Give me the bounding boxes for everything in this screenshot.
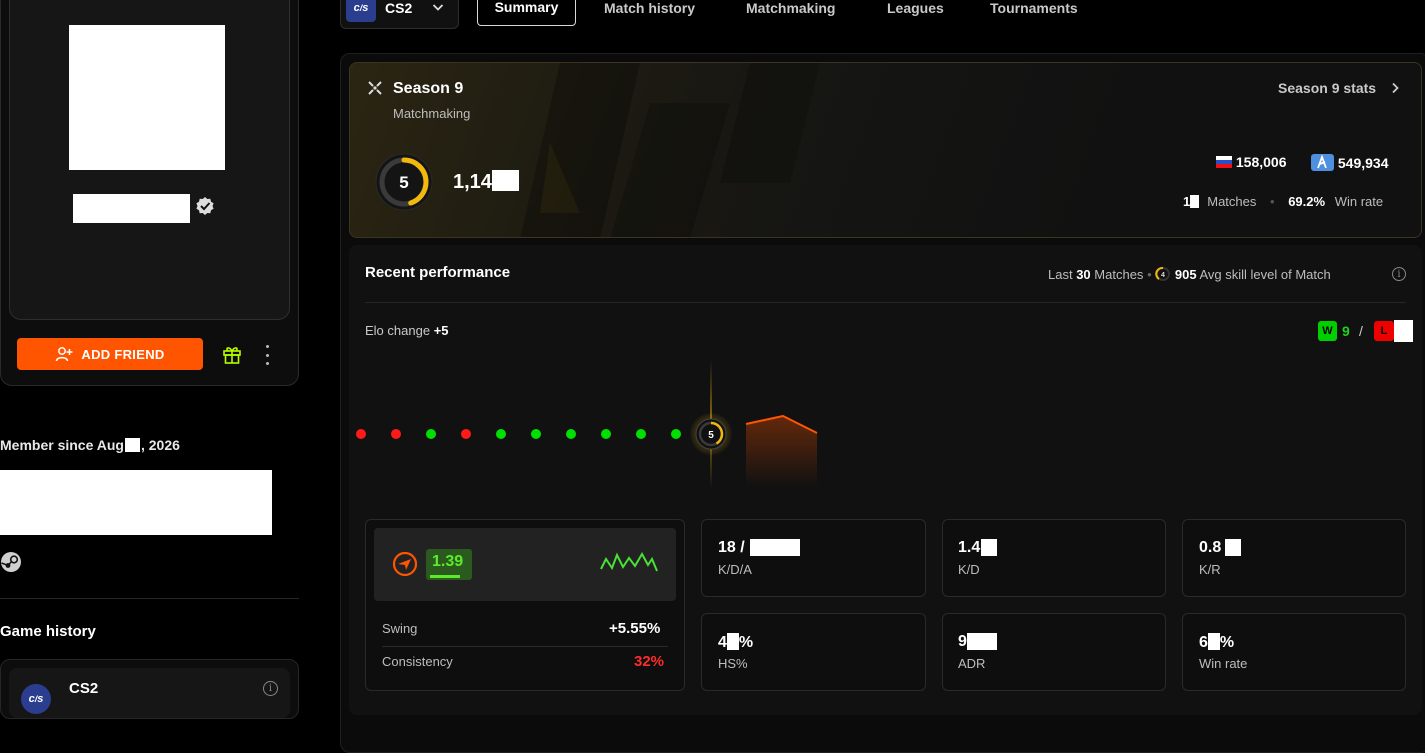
season-matches: 1 Matches • 69.2% Win rate (1183, 194, 1384, 209)
elo-change: Elo change +5 (365, 323, 449, 338)
region-icon (1311, 154, 1334, 171)
more-options-icon[interactable] (262, 345, 272, 365)
cs2-logo-icon: c / s (21, 684, 51, 714)
season-subtitle: Matchmaking (393, 106, 471, 121)
game-history-name: CS2 (69, 680, 99, 697)
kr-label: K/R (1199, 562, 1221, 577)
elo-trend-area (745, 415, 818, 487)
rating-value: 1.39 (432, 553, 464, 570)
stat-card-hs (701, 613, 926, 691)
avatar[interactable] (69, 25, 225, 170)
avg-skill-level-icon: 4 (1155, 266, 1171, 281)
match-result-win[interactable] (636, 429, 646, 439)
info-icon[interactable]: i (263, 681, 278, 696)
match-result-win[interactable] (671, 429, 681, 439)
svg-text:5: 5 (708, 430, 714, 441)
last-matches-summary: Last 30 Matches • 4 905 Avg skill level … (1048, 266, 1331, 282)
adr-label: ADR (958, 656, 986, 671)
winrate-value: 6% (1199, 633, 1235, 651)
swing-value: +5.55% (609, 620, 661, 637)
season-title: Season 9 (393, 80, 464, 97)
add-user-icon (56, 347, 73, 362)
match-result-win[interactable] (426, 429, 436, 439)
kr-value: 0.8 (1199, 539, 1222, 556)
chevron-down-icon (432, 4, 444, 11)
current-level-marker[interactable]: 5 (695, 418, 727, 450)
rating-sparkline (600, 551, 658, 572)
profile-links (0, 470, 272, 535)
russia-flag-icon (1216, 156, 1232, 168)
match-result-win[interactable] (531, 429, 541, 439)
winrate-label: Win rate (1199, 656, 1248, 671)
skill-level-value: 5 (399, 173, 408, 192)
game-name: CS2 (385, 0, 413, 16)
sidebar-divider (0, 598, 299, 599)
chevron-right-icon (1392, 82, 1399, 94)
stat-card-winrate (1182, 613, 1406, 691)
wins-count: 9 (1342, 323, 1350, 339)
stat-card-adr (942, 613, 1166, 691)
match-result-loss[interactable] (461, 429, 471, 439)
hs-value: 4% (718, 633, 754, 651)
game-history-item[interactable] (9, 668, 290, 718)
performance-divider (365, 302, 1406, 303)
kda-redacted (750, 539, 800, 556)
member-since: Member since Aug, 2026 (0, 437, 180, 453)
cs2-logo-icon: c / s (346, 0, 376, 22)
wins-badge: W (1318, 321, 1337, 341)
consistency-label: Consistency (382, 654, 453, 669)
svg-text:4: 4 (1161, 272, 1165, 279)
season-card (349, 62, 1422, 238)
tab-tournaments[interactable]: Tournaments (990, 0, 1078, 16)
elo-value: 1,14 (453, 170, 519, 194)
tab-leagues[interactable]: Leagues (887, 0, 944, 16)
verified-badge-icon (196, 197, 214, 215)
add-friend-button[interactable]: ADD FRIEND (17, 338, 203, 370)
recent-performance-title: Recent performance (365, 264, 511, 281)
match-result-loss[interactable] (356, 429, 366, 439)
faceit-rating-icon (392, 551, 418, 577)
game-history-title: Game history (0, 623, 96, 640)
adr-redacted (967, 633, 997, 650)
steam-icon[interactable] (0, 551, 22, 573)
losses-badge: L (1374, 321, 1394, 341)
add-friend-label: ADD FRIEND (81, 346, 165, 362)
losses-count (1394, 320, 1413, 342)
region-rank[interactable]: 549,934 (1311, 154, 1389, 171)
kd-value: 1.4 (958, 539, 981, 556)
country-rank[interactable]: 158,006 (1216, 154, 1287, 170)
gift-icon[interactable] (221, 343, 243, 365)
stat-card-kr (1182, 519, 1406, 597)
match-result-win[interactable] (566, 429, 576, 439)
info-icon[interactable]: i (1392, 267, 1406, 281)
match-result-win[interactable] (601, 429, 611, 439)
rating-bar (430, 575, 460, 578)
skill-level-badge: 5 (375, 153, 433, 211)
username (73, 194, 190, 223)
adr-value: 9 (958, 633, 967, 650)
kd-redacted (981, 539, 997, 556)
season-stats-link[interactable]: Season 9 stats (1278, 80, 1402, 96)
match-result-win[interactable] (496, 429, 506, 439)
matchmaking-icon (368, 81, 382, 95)
season-card-pattern (520, 63, 820, 237)
tab-matchmaking[interactable]: Matchmaking (746, 0, 835, 16)
stat-card-kda (701, 519, 926, 597)
stat-card-kd (942, 519, 1166, 597)
tab-match-history[interactable]: Match history (604, 0, 695, 16)
tab-summary[interactable]: Summary (477, 0, 576, 26)
swing-label: Swing (382, 621, 418, 636)
kr-redacted (1225, 539, 1241, 556)
kd-label: K/D (958, 562, 980, 577)
wl-separator: / (1359, 323, 1363, 339)
rating-divider (382, 646, 668, 647)
kda-value: 18 / (718, 539, 745, 556)
kda-label: K/D/A (718, 562, 752, 577)
match-result-loss[interactable] (391, 429, 401, 439)
consistency-value: 32% (634, 653, 665, 670)
hs-label: HS% (718, 656, 748, 671)
